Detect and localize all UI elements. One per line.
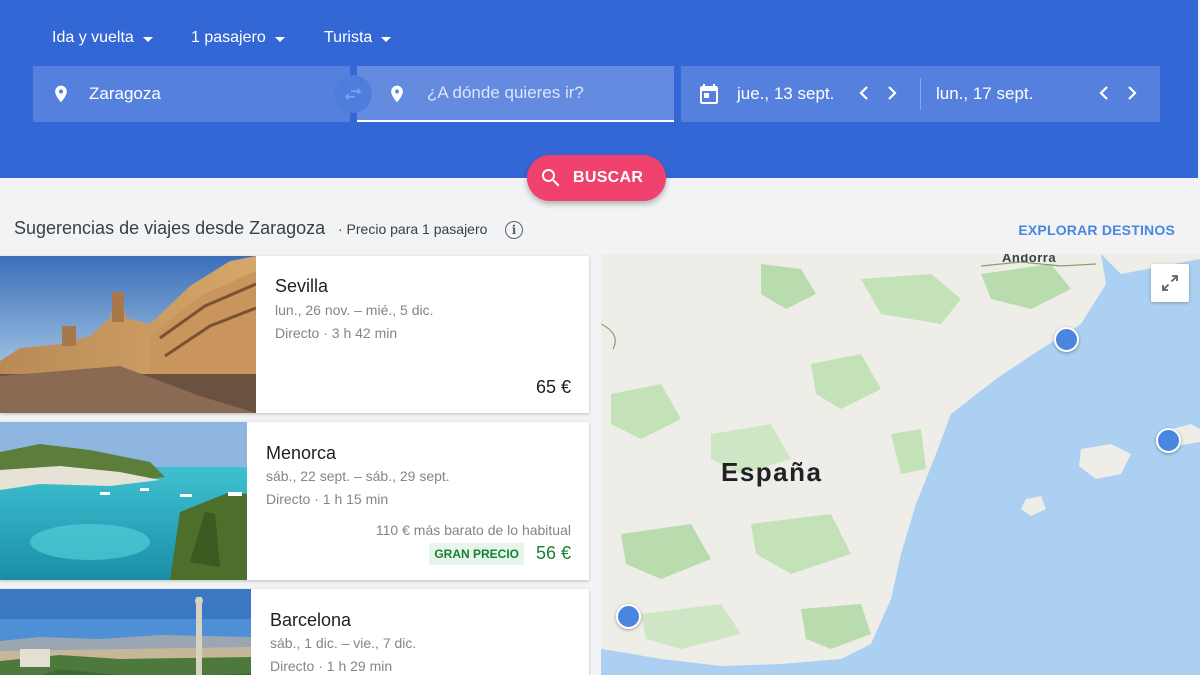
depart-prev-button[interactable] <box>856 82 872 104</box>
chevron-left-icon <box>859 86 868 100</box>
origin-value: Zaragoza <box>89 84 161 103</box>
map-canvas <box>601 254 1200 675</box>
caret-down-icon <box>274 36 285 42</box>
return-prev-button[interactable] <box>1096 82 1112 104</box>
sevilla-photo <box>0 256 256 413</box>
passengers-dropdown[interactable]: 1 pasajero <box>191 27 285 49</box>
location-pin-icon <box>55 85 67 103</box>
country-label: España <box>721 457 823 487</box>
card-duration: Directo · 1 h 15 min <box>266 491 389 507</box>
origin-field[interactable]: Zaragoza <box>33 66 350 122</box>
return-next-button[interactable] <box>1124 82 1140 104</box>
date-divider <box>920 78 921 110</box>
search-button[interactable]: BUSCAR <box>527 155 666 201</box>
explore-destinations-link[interactable]: EXPLORAR DESTINOS <box>1018 222 1175 238</box>
search-header: Ida y vuelta 1 pasajero Turista Zaragoza… <box>0 0 1198 178</box>
card-dates: sáb., 1 dic. – vie., 7 dic. <box>270 635 417 651</box>
price-note: · Precio para 1 pasajero <box>338 221 488 237</box>
expand-icon <box>1162 275 1178 291</box>
caret-down-icon <box>142 36 153 42</box>
chevron-right-icon <box>888 86 897 100</box>
map-marker-sevilla[interactable] <box>616 604 641 629</box>
trip-type-label: Ida y vuelta <box>52 29 134 46</box>
cabin-class-label: Turista <box>324 29 373 46</box>
menorca-photo <box>0 422 247 580</box>
card-dates: lun., 26 nov. – mié., 5 dic. <box>275 302 434 318</box>
chevron-right-icon <box>1128 86 1137 100</box>
destination-field[interactable]: ¿A dónde quieres ir? <box>357 66 674 122</box>
card-city: Barcelona <box>270 610 352 630</box>
search-button-label: BUSCAR <box>573 169 644 186</box>
card-dates: sáb., 22 sept. – sáb., 29 sept. <box>266 468 450 484</box>
card-duration: Directo · 3 h 42 min <box>275 325 398 341</box>
caret-down-icon <box>381 36 392 42</box>
chevron-left-icon <box>1099 86 1108 100</box>
passengers-label: 1 pasajero <box>191 29 266 46</box>
map-marker-barcelona[interactable] <box>1054 327 1079 352</box>
fullscreen-button[interactable] <box>1151 264 1189 302</box>
location-pin-icon <box>391 85 403 103</box>
dates-field: jue., 13 sept. lun., 17 sept. <box>681 66 1160 122</box>
suggestions-title: Sugerencias de viajes desde Zaragoza <box>14 218 326 238</box>
destinations-map[interactable]: Andorra España <box>601 254 1200 675</box>
destination-card-menorca[interactable]: Menorca sáb., 22 sept. – sáb., 29 sept. … <box>0 422 589 580</box>
destination-card-sevilla[interactable]: Sevilla lun., 26 nov. – mié., 5 dic. Dir… <box>0 256 589 413</box>
depart-next-button[interactable] <box>884 82 900 104</box>
info-icon[interactable]: i <box>505 221 523 239</box>
depart-date[interactable]: jue., 13 sept. <box>737 84 834 104</box>
swap-arrows-icon <box>344 87 362 101</box>
price-savings-note: 110 € más barato de lo habitual <box>375 522 571 538</box>
calendar-icon <box>700 84 718 104</box>
trip-type-dropdown[interactable]: Ida y vuelta <box>52 27 153 49</box>
andorra-label: Andorra <box>1002 254 1057 265</box>
return-date[interactable]: lun., 17 sept. <box>936 84 1033 104</box>
card-city: Menorca <box>266 443 337 463</box>
card-duration: Directo · 1 h 29 min <box>270 658 393 674</box>
cabin-class-dropdown[interactable]: Turista <box>324 27 392 49</box>
destination-card-barcelona[interactable]: Barcelona sáb., 1 dic. – vie., 7 dic. Di… <box>0 589 589 675</box>
swap-button[interactable] <box>334 75 372 113</box>
card-city: Sevilla <box>275 276 329 296</box>
map-marker-menorca[interactable] <box>1156 428 1181 453</box>
barcelona-photo <box>0 589 251 675</box>
great-price-badge: GRAN PRECIO <box>429 543 524 565</box>
card-price: 65 € <box>535 377 571 397</box>
search-icon <box>542 169 560 187</box>
destination-placeholder: ¿A dónde quieres ir? <box>427 83 584 102</box>
card-price: 56 € <box>535 543 571 563</box>
